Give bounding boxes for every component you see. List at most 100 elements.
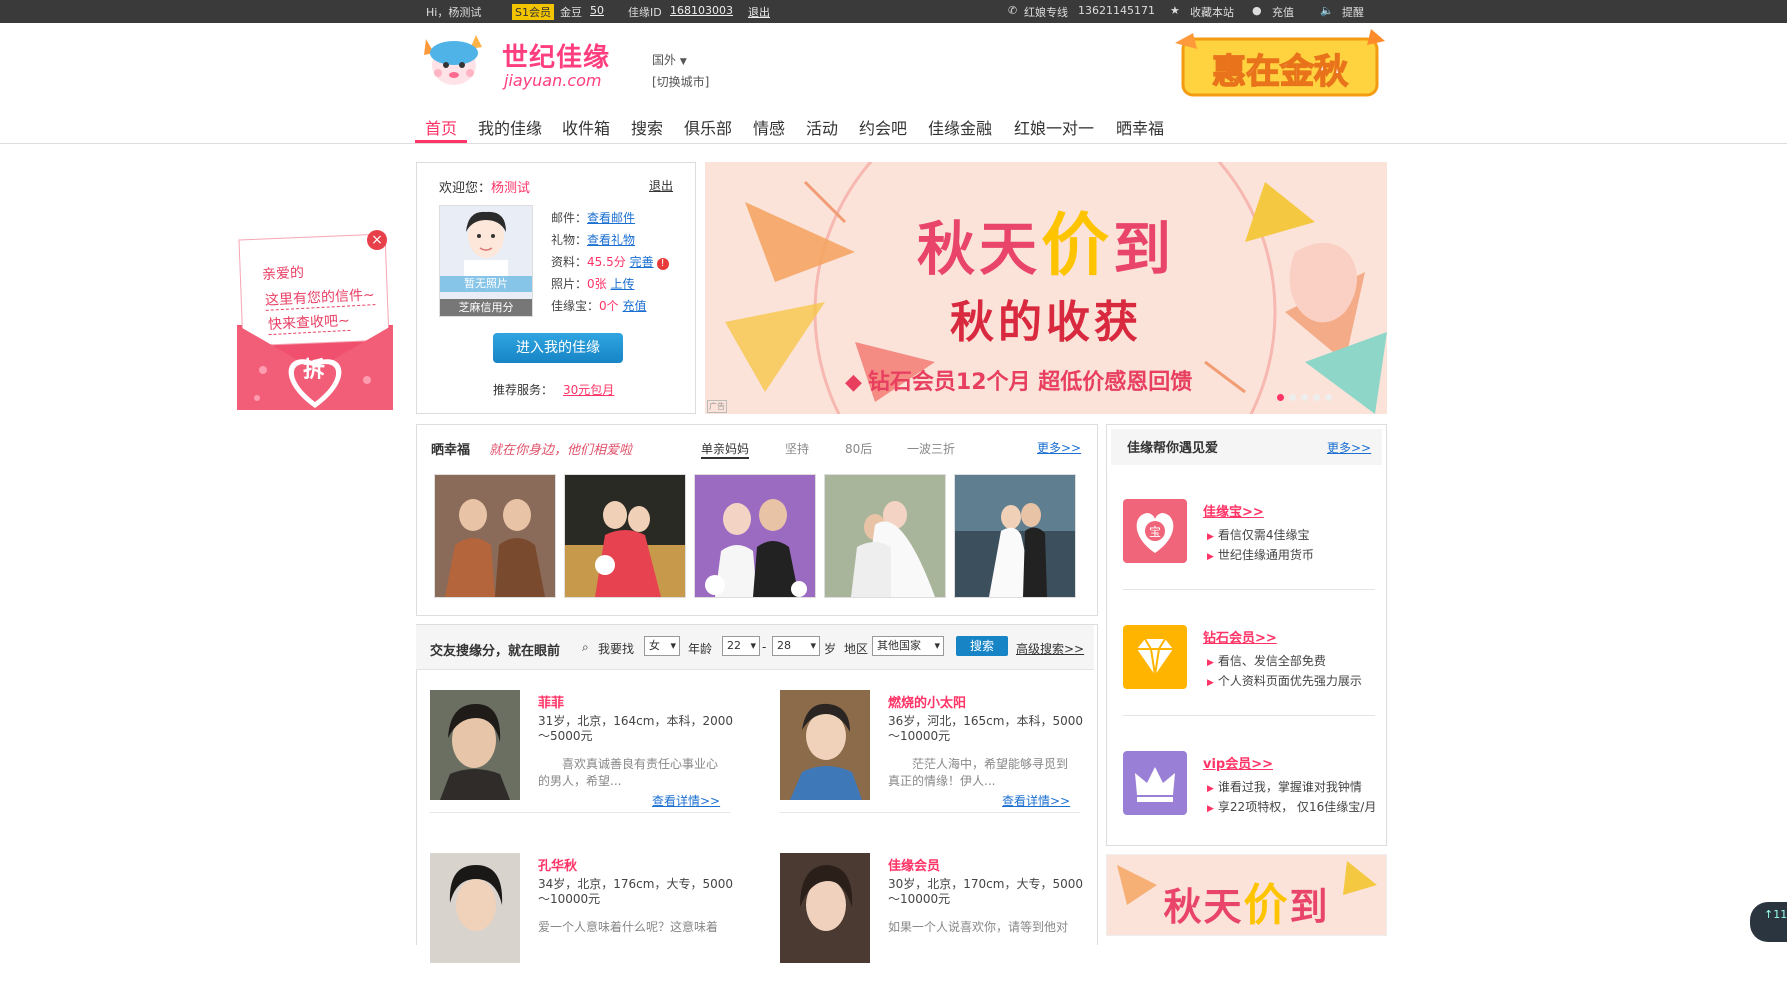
jiayuan-id[interactable]: 168103003 bbox=[670, 4, 733, 17]
nav-item-events[interactable]: 活动 bbox=[806, 115, 838, 139]
member-photo[interactable] bbox=[780, 853, 870, 963]
couple-photo-5[interactable] bbox=[954, 474, 1076, 598]
service-vip[interactable]: vip会员>> ▶ 谁看过我，掌握谁对我钟情 ▶ 享22项特权， 仅16佳缘宝/月 bbox=[1123, 751, 1376, 861]
enter-my-jiayuan-button[interactable]: 进入我的佳缘 bbox=[493, 333, 623, 363]
member-meta: 31岁，北京，164cm，本科，2000～5000元 bbox=[538, 714, 734, 743]
banner-title-part3: 到 bbox=[1113, 215, 1176, 283]
phone-icon: ✆ bbox=[1008, 4, 1018, 17]
nav-item-club[interactable]: 俱乐部 bbox=[684, 115, 732, 139]
couple-photo-image bbox=[565, 475, 685, 597]
service-name[interactable]: 佳缘宝>> bbox=[1203, 501, 1264, 520]
nav-item-my-jiayuan[interactable]: 我的佳缘 bbox=[478, 115, 542, 139]
view-mail-link[interactable]: 查看邮件 bbox=[587, 211, 635, 225]
age-to-value: 28 bbox=[777, 639, 791, 652]
service-desc1-text: 看信、发信全部免费 bbox=[1217, 654, 1326, 668]
view-detail-link[interactable]: 查看详情>> bbox=[1002, 792, 1070, 809]
region-select[interactable]: 其他国家 ▾ bbox=[872, 636, 944, 656]
search-button[interactable]: 搜索 bbox=[956, 636, 1008, 656]
reminder-link[interactable]: 提醒 bbox=[1342, 4, 1364, 20]
view-detail-link[interactable]: 查看详情>> bbox=[652, 792, 720, 809]
side-banner[interactable]: 秋天价到 bbox=[1106, 854, 1387, 936]
welcome-panel: 欢迎您：杨测试 退出 暂无照片 芝麻信用分 邮件：查看邮件 礼物：查看礼物 资料… bbox=[416, 162, 696, 414]
age-from-select[interactable]: 22 ▾ bbox=[722, 636, 760, 656]
pager-dot[interactable] bbox=[1325, 394, 1332, 401]
tab-twists[interactable]: 一波三折 bbox=[907, 440, 955, 457]
photos-count: 0张 bbox=[587, 277, 607, 291]
nav-item-inbox[interactable]: 收件箱 bbox=[562, 115, 610, 139]
speaker-icon: 🔈 bbox=[1320, 4, 1334, 17]
triangle-icon: ▶ bbox=[1207, 658, 1214, 668]
pager-dot[interactable] bbox=[1313, 394, 1320, 401]
couple-photo-3[interactable] bbox=[694, 474, 816, 598]
gender-select[interactable]: 女 ▾ bbox=[644, 636, 680, 656]
member-photo[interactable] bbox=[780, 690, 870, 800]
member-photo[interactable] bbox=[430, 853, 520, 963]
site-logo[interactable]: 世纪佳缘 jiayuan.com bbox=[420, 31, 620, 93]
mail-envelope-popup[interactable]: 亲爱的 这里有您的信件~ 快来查收吧~ 拆 × bbox=[235, 230, 395, 412]
member-name[interactable]: 佳缘会员 bbox=[888, 855, 940, 874]
service-name[interactable]: vip会员>> bbox=[1203, 753, 1273, 772]
couple-photo-image bbox=[435, 475, 555, 597]
close-icon[interactable]: × bbox=[367, 230, 387, 250]
open-envelope-button[interactable]: 拆 bbox=[303, 352, 325, 384]
seek-label: 我要找 bbox=[598, 642, 635, 656]
switch-city-link[interactable]: [切换城市] bbox=[652, 73, 709, 90]
couple-photo-1[interactable] bbox=[434, 474, 556, 598]
pager-dot[interactable] bbox=[1301, 394, 1308, 401]
services-more-link[interactable]: 更多>> bbox=[1327, 439, 1371, 456]
service-jiayuanbao[interactable]: 宝 佳缘宝>> ▶ 看信仅需4佳缘宝 ▶ 世纪佳缘通用货币 bbox=[1123, 499, 1375, 609]
bao-recharge-link[interactable]: 充值 bbox=[622, 299, 646, 313]
service-name[interactable]: 钻石会员>> bbox=[1203, 627, 1277, 646]
member-photo[interactable] bbox=[430, 690, 520, 800]
pager-dot[interactable] bbox=[1289, 394, 1296, 401]
promo-badge[interactable]: 惠在金秋 bbox=[1175, 29, 1385, 101]
couple-photo-4[interactable] bbox=[824, 474, 946, 598]
nav-item-share-happiness[interactable]: 晒幸福 bbox=[1116, 115, 1164, 139]
gold-value[interactable]: 50 bbox=[590, 4, 604, 17]
member-card[interactable]: 孔华秋 34岁，北京，176cm，大专，5000～10000元 爱一个人意味着什… bbox=[430, 853, 750, 993]
couple-photo-2[interactable] bbox=[564, 474, 686, 598]
main-banner[interactable]: 秋天价到 秋的收获 ◆ 钻石会员12个月 超低价感恩回馈 广告 bbox=[705, 162, 1387, 414]
city-selector[interactable]: 国外 ▼ bbox=[652, 51, 687, 68]
member-name[interactable]: 菲菲 bbox=[538, 692, 564, 711]
nav-item-emotion[interactable]: 情感 bbox=[753, 115, 785, 139]
nav-item-matchmaker[interactable]: 红娘一对一 bbox=[1014, 115, 1094, 139]
upload-photo-link[interactable]: 上传 bbox=[610, 277, 634, 291]
service-desc1-text: 谁看过我，掌握谁对我钟情 bbox=[1217, 780, 1362, 794]
photos-label: 照片： bbox=[551, 277, 588, 291]
pager-dot-active[interactable] bbox=[1277, 394, 1284, 401]
credit-score-label[interactable]: 芝麻信用分 bbox=[440, 299, 532, 316]
nav-item-finance[interactable]: 佳缘金融 bbox=[928, 115, 992, 139]
age-to-select[interactable]: 28 ▾ bbox=[772, 636, 820, 656]
tab-persist[interactable]: 坚持 bbox=[785, 440, 809, 457]
recharge-link[interactable]: 充值 bbox=[1272, 4, 1294, 20]
service-desc2-text: 个人资料页面优先强力展示 bbox=[1217, 674, 1362, 688]
nav-active-indicator bbox=[415, 140, 467, 143]
vip-badge[interactable]: S1会员 bbox=[512, 4, 554, 20]
happiness-more-link[interactable]: 更多>> bbox=[1037, 439, 1081, 456]
nav-item-search[interactable]: 搜索 bbox=[631, 115, 663, 139]
member-name[interactable]: 孔华秋 bbox=[538, 855, 577, 874]
tab-single-mom[interactable]: 单亲妈妈 bbox=[701, 440, 750, 459]
nav-item-dating[interactable]: 约会吧 bbox=[859, 115, 907, 139]
triangle-icon: ▶ bbox=[1207, 784, 1214, 794]
search-icon: ⌕ bbox=[582, 640, 589, 654]
tab-post80[interactable]: 80后 bbox=[845, 440, 872, 457]
member-photo-image bbox=[430, 853, 520, 963]
advanced-search-link[interactable]: 高级搜索>> bbox=[1016, 640, 1084, 657]
panel-logout-link[interactable]: 退出 bbox=[649, 177, 673, 194]
recommend-link[interactable]: 30元包月 bbox=[563, 383, 614, 397]
member-card[interactable]: 菲菲 31岁，北京，164cm，本科，2000～5000元 喜欢真诚善良有责任心… bbox=[430, 690, 750, 830]
username[interactable]: 杨测试 bbox=[491, 181, 530, 196]
service-diamond[interactable]: 钻石会员>> ▶ 看信、发信全部免费 ▶ 个人资料页面优先强力展示 bbox=[1123, 625, 1375, 735]
favorite-link[interactable]: 收藏本站 bbox=[1190, 4, 1234, 20]
view-gift-link[interactable]: 查看礼物 bbox=[587, 233, 635, 247]
member-name[interactable]: 燃烧的小太阳 bbox=[888, 692, 966, 711]
complete-profile-link[interactable]: 完善 bbox=[630, 255, 654, 269]
network-speed-widget[interactable]: ↑11.4 bbox=[1750, 902, 1787, 942]
member-card[interactable]: 佳缘会员 30岁，北京，170cm，大专，5000～10000元 如果一个人说喜… bbox=[780, 853, 1100, 993]
member-card[interactable]: 燃烧的小太阳 36岁，河北，165cm，本科，5000～10000元 茫茫人海中… bbox=[780, 690, 1100, 830]
logout-link[interactable]: 退出 bbox=[748, 4, 770, 20]
avatar[interactable]: 暂无照片 芝麻信用分 bbox=[439, 205, 533, 317]
nav-item-home[interactable]: 首页 bbox=[425, 115, 457, 139]
